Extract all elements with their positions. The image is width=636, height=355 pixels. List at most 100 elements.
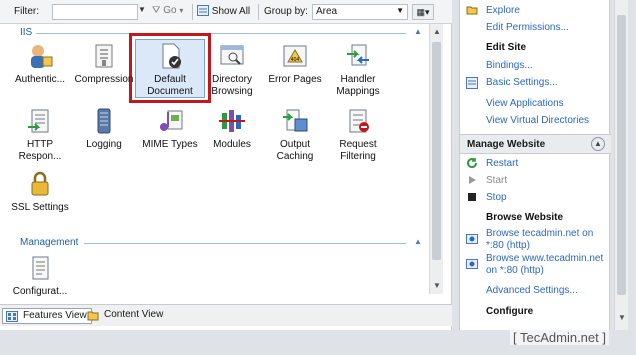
modules-icon <box>218 107 246 135</box>
edit-site-heading: Edit Site <box>486 42 527 53</box>
filter-dropdown-icon[interactable]: ▼ <box>138 5 146 19</box>
feature-label: Configurat... <box>12 286 68 297</box>
show-all-icon <box>197 5 209 16</box>
iis-section-title: IIS <box>20 27 33 38</box>
features-pane: Filter: ▼ ⛛ Go ▾ Show All Group by: Area… <box>0 0 452 330</box>
logging-icon <box>90 107 118 135</box>
feature-configuration-editor[interactable]: Configurat... <box>8 254 72 298</box>
scrollbar-thumb[interactable] <box>617 15 626 295</box>
feature-label: Handler Mappings <box>336 74 380 97</box>
feature-label: Compression <box>74 74 134 85</box>
play-icon <box>469 176 476 184</box>
bindings-link[interactable]: Bindings... <box>486 60 533 71</box>
browse-www-tecadmin-link[interactable]: Browse www.tecadmin.net on *:80 (http) <box>486 253 608 277</box>
view-tabs-bar: Features View Content View <box>0 304 452 326</box>
advanced-settings-link[interactable]: Advanced Settings... <box>486 285 578 296</box>
collapse-icon[interactable]: ▲ <box>414 27 422 36</box>
feature-label: Default Document <box>147 74 193 97</box>
filter-toolbar: Filter: ▼ ⛛ Go ▾ Show All Group by: Area… <box>0 0 452 24</box>
collapse-icon[interactable]: ▲ <box>414 237 422 246</box>
default-document-icon <box>156 42 184 70</box>
show-all-button[interactable]: Show All <box>197 5 250 17</box>
feature-label: Authentic... <box>14 74 66 85</box>
browse-tecadmin-link[interactable]: Browse tecadmin.net on *:80 (http) <box>486 228 606 252</box>
feature-label: Directory Browsing <box>211 74 253 97</box>
feature-mime-types[interactable]: MIME Types <box>138 107 202 151</box>
feature-label: Output Caching <box>276 139 314 162</box>
feature-default-document[interactable]: Default Document <box>138 42 202 98</box>
group-by-select[interactable]: Area ▼ <box>312 4 408 20</box>
chevron-down-icon: ▼ <box>396 6 404 15</box>
collapse-icon[interactable]: ▲ <box>591 137 605 151</box>
configure-heading: Configure <box>486 306 534 317</box>
output-caching-icon <box>281 107 309 135</box>
grid-view-icon: ▦▾ <box>416 7 430 17</box>
basic-settings-link[interactable]: Basic Settings... <box>486 77 558 88</box>
feature-label: HTTP Respon... <box>18 139 62 162</box>
watermark-text: [ TecAdmin.net ] <box>510 330 609 345</box>
feature-authentication[interactable]: Authentic... <box>8 42 72 86</box>
features-view-icon <box>6 311 18 322</box>
feature-http-response[interactable]: HTTP Respon... <box>8 107 72 163</box>
scroll-down-icon[interactable]: ▼ <box>433 281 441 290</box>
show-all-label: Show All <box>211 6 251 17</box>
section-divider <box>36 33 406 34</box>
http-response-icon <box>26 107 54 135</box>
view-virtual-directories-link[interactable]: View Virtual Directories <box>486 115 589 126</box>
lock-icon <box>26 170 54 198</box>
go-label: Go <box>163 5 177 16</box>
configuration-editor-icon <box>26 254 54 282</box>
actions-scrollbar[interactable]: ▼ <box>614 0 628 330</box>
filter-input[interactable] <box>52 4 138 20</box>
feature-modules[interactable]: Modules <box>200 107 264 151</box>
folder-icon <box>466 6 478 15</box>
stop-link[interactable]: Stop <box>486 192 507 203</box>
feature-label: SSL Settings <box>11 202 69 213</box>
feature-directory-browsing[interactable]: Directory Browsing <box>200 42 264 98</box>
browser-icon <box>466 259 478 269</box>
go-button[interactable]: ⛛ Go ▾ <box>152 5 183 16</box>
tab-content-view[interactable]: Content View <box>84 308 167 324</box>
section-divider <box>84 243 406 244</box>
feature-label: Request Filtering <box>339 139 377 162</box>
stop-icon <box>468 193 476 201</box>
feature-label: Logging <box>86 139 122 150</box>
error-pages-icon: 404 <box>281 42 309 70</box>
settings-page-icon <box>466 77 478 89</box>
tab-label: Features View <box>23 310 87 321</box>
iis-manager-window: Filter: ▼ ⛛ Go ▾ Show All Group by: Area… <box>0 0 636 355</box>
toolbar-separator <box>192 4 193 20</box>
scroll-down-icon[interactable]: ▼ <box>618 313 626 322</box>
restart-link[interactable]: Restart <box>486 158 518 169</box>
management-section-title: Management <box>20 237 79 248</box>
feature-error-pages[interactable]: 404 Error Pages <box>263 42 327 86</box>
feature-output-caching[interactable]: Output Caching <box>263 107 327 163</box>
feature-label: Modules <box>213 139 251 150</box>
tab-features-view[interactable]: Features View <box>2 308 92 324</box>
svg-text:404: 404 <box>291 57 300 63</box>
feature-ssl-settings[interactable]: SSL Settings <box>8 170 72 214</box>
feature-label: MIME Types <box>142 139 198 150</box>
browse-website-heading: Browse Website <box>486 212 564 223</box>
feature-compression[interactable]: Compression <box>72 42 136 86</box>
manage-website-header[interactable]: Manage Website ▲ <box>460 134 611 154</box>
edit-permissions-link[interactable]: Edit Permissions... <box>486 22 569 33</box>
feature-label: Error Pages <box>268 74 322 85</box>
filter-label: Filter: <box>14 6 39 17</box>
features-scrollbar[interactable]: ▲ ▼ <box>429 24 443 294</box>
explore-link[interactable]: Explore <box>486 5 520 16</box>
start-link[interactable]: Start <box>486 175 507 186</box>
scrollbar-thumb[interactable] <box>432 42 441 260</box>
scroll-up-icon[interactable]: ▲ <box>433 27 441 36</box>
feature-logging[interactable]: Logging <box>72 107 136 151</box>
group-by-value: Area <box>316 6 338 17</box>
go-dropdown-icon: ▾ <box>179 6 184 15</box>
tab-label: Content View <box>104 309 164 320</box>
view-applications-link[interactable]: View Applications <box>486 98 564 109</box>
feature-handler-mappings[interactable]: Handler Mappings <box>326 42 390 98</box>
manage-website-title: Manage Website <box>467 139 546 150</box>
group-by-label: Group by: <box>264 6 308 17</box>
compression-icon <box>90 42 118 70</box>
view-mode-button[interactable]: ▦▾ <box>412 4 434 20</box>
feature-request-filtering[interactable]: Request Filtering <box>326 107 390 163</box>
